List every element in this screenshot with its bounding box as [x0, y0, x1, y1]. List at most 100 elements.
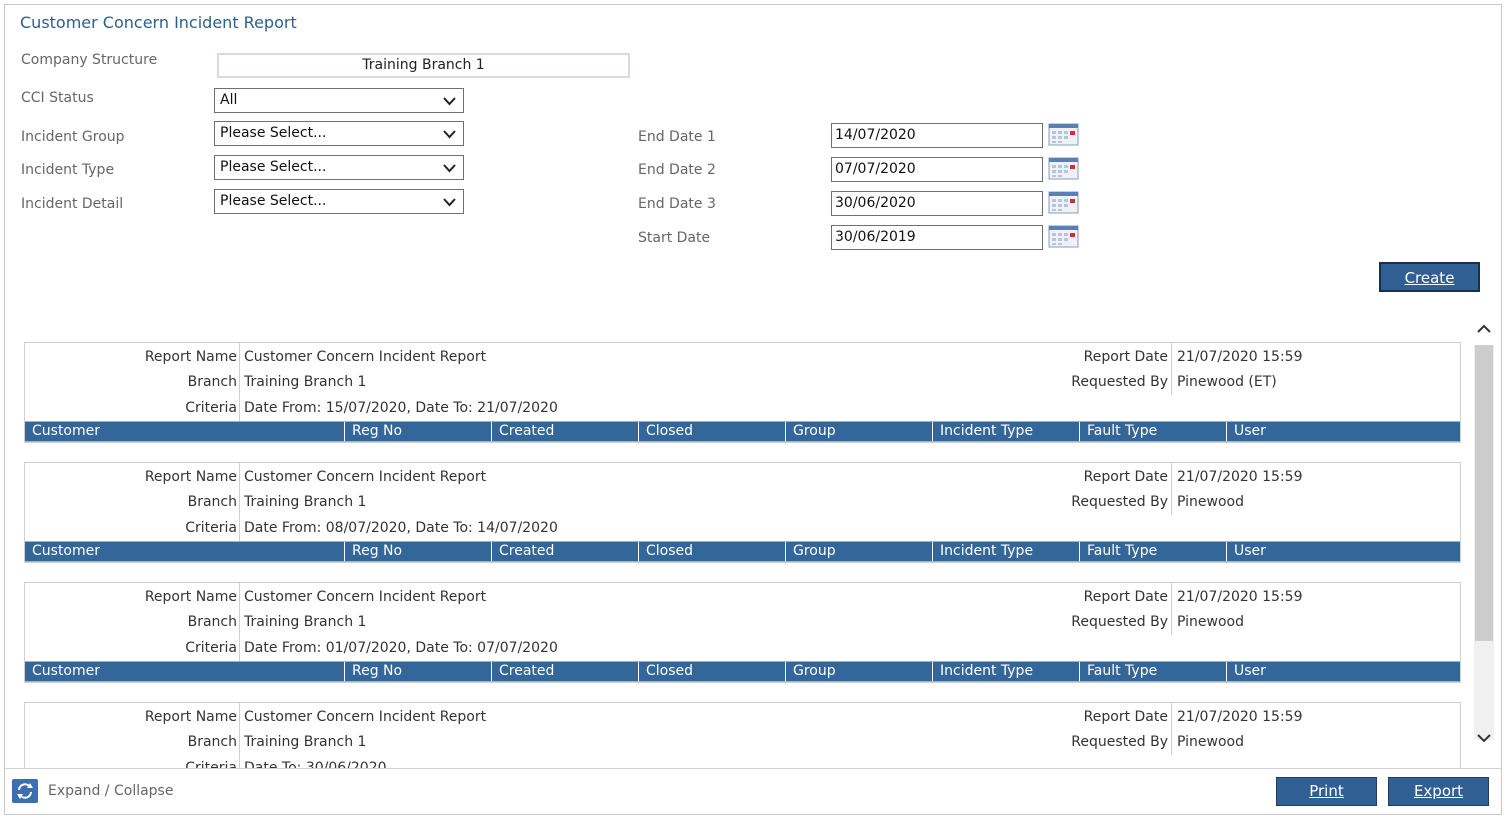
start-date-label: Start Date — [638, 230, 711, 246]
chevron-down-icon[interactable] — [1476, 731, 1492, 745]
report-name-label: Report Name — [144, 589, 237, 605]
calendar-icon[interactable] — [1048, 157, 1079, 181]
end-date-3-input[interactable]: 30/06/2020 — [831, 191, 1043, 216]
branch-label: Branch — [187, 494, 237, 510]
report-name-value: Customer Concern Incident Report — [244, 469, 487, 485]
column-group[interactable]: Group — [786, 422, 933, 441]
branch-value: Training Branch 1 — [244, 374, 367, 390]
criteria-value: Date From: 01/07/2020, Date To: 07/07/20… — [244, 640, 558, 656]
end-date-3-label: End Date 3 — [638, 196, 716, 212]
incident-group-label: Incident Group — [21, 129, 125, 145]
criteria-label: Criteria — [185, 640, 237, 656]
column-header-row: Customer Reg No Created Closed Group Inc… — [25, 541, 1460, 562]
cci-status-select[interactable]: All — [214, 88, 464, 113]
branch-value: Training Branch 1 — [244, 734, 367, 750]
create-button[interactable]: Create — [1379, 262, 1480, 292]
end-date-1-label: End Date 1 — [638, 129, 716, 145]
divider — [1171, 463, 1172, 515]
column-created[interactable]: Created — [492, 422, 639, 441]
criteria-label: Criteria — [185, 520, 237, 536]
criteria-label: Criteria — [185, 400, 237, 416]
column-customer[interactable]: Customer — [25, 542, 345, 561]
scrollbar-thumb[interactable] — [1475, 345, 1493, 641]
column-incident-type[interactable]: Incident Type — [933, 542, 1080, 561]
criteria-value: Date From: 15/07/2020, Date To: 21/07/20… — [244, 400, 558, 416]
column-incident-type[interactable]: Incident Type — [933, 662, 1080, 681]
report-date-value: 21/07/2020 15:59 — [1177, 709, 1303, 725]
column-user[interactable]: User — [1227, 662, 1460, 681]
chevron-up-icon[interactable] — [1476, 322, 1492, 336]
cci-status-value: All — [220, 92, 238, 108]
criteria-value: Date To: 30/06/2020 — [244, 760, 387, 768]
divider — [1171, 343, 1172, 395]
end-date-2-label: End Date 2 — [638, 162, 716, 178]
column-incident-type[interactable]: Incident Type — [933, 422, 1080, 441]
chevron-down-icon — [443, 97, 456, 106]
branch-value: Training Branch 1 — [244, 494, 367, 510]
chevron-down-icon — [443, 130, 456, 139]
calendar-icon[interactable] — [1048, 225, 1079, 249]
company-structure-label: Company Structure — [21, 52, 158, 68]
divider — [239, 343, 240, 421]
end-date-2-input[interactable]: 07/07/2020 — [831, 157, 1043, 182]
report-date-value: 21/07/2020 15:59 — [1177, 469, 1303, 485]
report-list[interactable]: Report Name Customer Concern Incident Re… — [20, 320, 1470, 768]
column-user[interactable]: User — [1227, 542, 1460, 561]
column-reg-no[interactable]: Reg No — [345, 662, 492, 681]
report-date-label: Report Date — [1083, 709, 1168, 725]
calendar-icon[interactable] — [1048, 191, 1079, 215]
report-name-value: Customer Concern Incident Report — [244, 349, 487, 365]
column-customer[interactable]: Customer — [25, 662, 345, 681]
requested-by-value: Pinewood — [1177, 494, 1244, 510]
column-fault-type[interactable]: Fault Type — [1080, 542, 1227, 561]
column-customer[interactable]: Customer — [25, 422, 345, 441]
branch-label: Branch — [187, 374, 237, 390]
refresh-icon[interactable] — [12, 779, 38, 803]
cci-status-label: CCI Status — [21, 90, 94, 106]
criteria-value: Date From: 08/07/2020, Date To: 14/07/20… — [244, 520, 558, 536]
incident-type-value: Please Select... — [220, 159, 327, 175]
column-closed[interactable]: Closed — [639, 422, 786, 441]
requested-by-value: Pinewood — [1177, 614, 1244, 630]
column-reg-no[interactable]: Reg No — [345, 542, 492, 561]
expand-collapse-link[interactable]: Expand / Collapse — [48, 783, 173, 799]
column-group[interactable]: Group — [786, 662, 933, 681]
chevron-down-icon — [443, 164, 456, 173]
incident-detail-select[interactable]: Please Select... — [214, 189, 464, 214]
column-group[interactable]: Group — [786, 542, 933, 561]
incident-group-select[interactable]: Please Select... — [214, 121, 464, 146]
footer-divider — [5, 768, 1501, 769]
requested-by-value: Pinewood — [1177, 734, 1244, 750]
report-date-label: Report Date — [1083, 469, 1168, 485]
requested-by-label: Requested By — [1071, 374, 1168, 390]
column-closed[interactable]: Closed — [639, 662, 786, 681]
column-created[interactable]: Created — [492, 542, 639, 561]
divider — [1171, 583, 1172, 635]
company-structure-field[interactable]: Training Branch 1 — [217, 53, 630, 78]
report-card: Report Name Customer Concern Incident Re… — [24, 462, 1461, 563]
incident-type-select[interactable]: Please Select... — [214, 155, 464, 180]
print-button[interactable]: Print — [1276, 777, 1377, 806]
column-fault-type[interactable]: Fault Type — [1080, 662, 1227, 681]
column-fault-type[interactable]: Fault Type — [1080, 422, 1227, 441]
branch-label: Branch — [187, 734, 237, 750]
calendar-icon[interactable] — [1048, 123, 1079, 147]
branch-value: Training Branch 1 — [244, 614, 367, 630]
report-name-label: Report Name — [144, 349, 237, 365]
report-name-label: Report Name — [144, 469, 237, 485]
report-name-label: Report Name — [144, 709, 237, 725]
divider — [1171, 703, 1172, 755]
vertical-scrollbar[interactable] — [1474, 320, 1494, 768]
requested-by-label: Requested By — [1071, 494, 1168, 510]
requested-by-label: Requested By — [1071, 614, 1168, 630]
column-reg-no[interactable]: Reg No — [345, 422, 492, 441]
export-button[interactable]: Export — [1388, 777, 1489, 806]
column-closed[interactable]: Closed — [639, 542, 786, 561]
incident-detail-label: Incident Detail — [21, 196, 124, 212]
report-name-value: Customer Concern Incident Report — [244, 709, 487, 725]
end-date-1-input[interactable]: 14/07/2020 — [831, 123, 1043, 148]
requested-by-value: Pinewood (ET) — [1177, 374, 1277, 390]
column-user[interactable]: User — [1227, 422, 1460, 441]
column-created[interactable]: Created — [492, 662, 639, 681]
start-date-input[interactable]: 30/06/2019 — [831, 225, 1043, 250]
